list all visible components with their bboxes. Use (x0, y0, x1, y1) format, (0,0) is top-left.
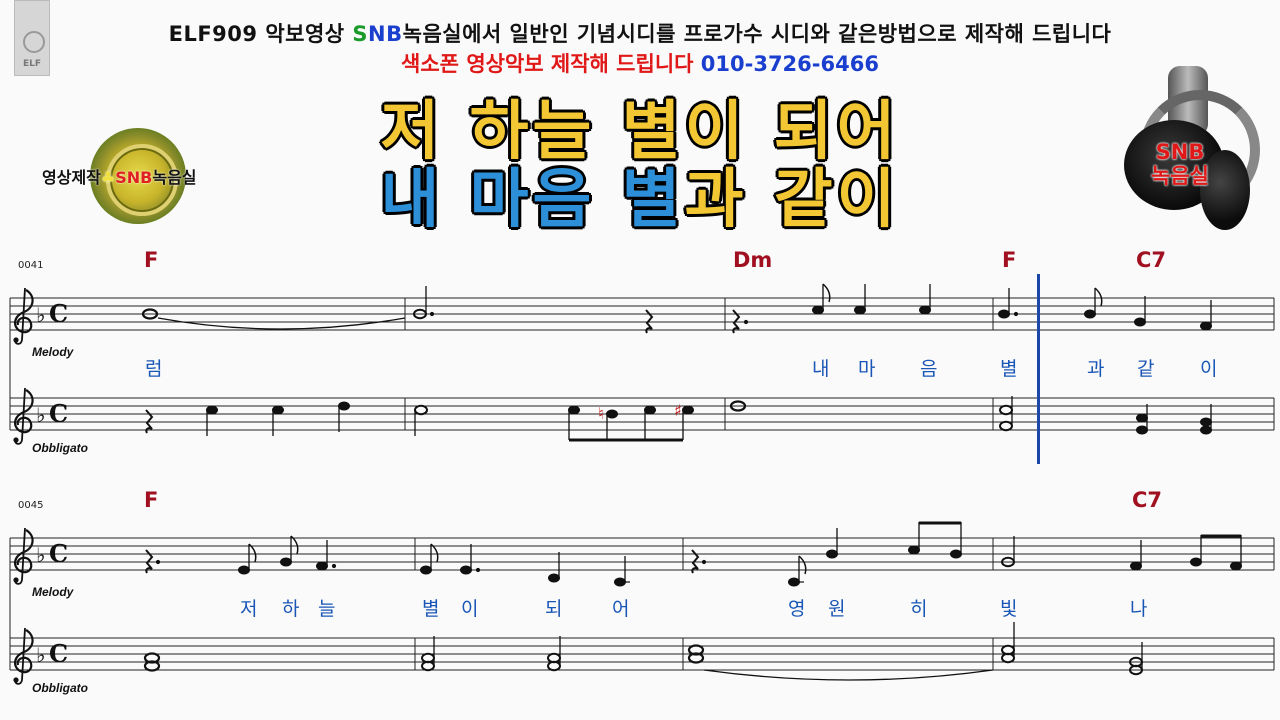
note-eighth (420, 565, 432, 575)
note-eighth (1084, 309, 1096, 319)
treble-clef-icon (12, 286, 34, 345)
note-quarter (854, 305, 866, 315)
system-2-obbligato-notes (143, 622, 1143, 681)
note-quarter (998, 309, 1010, 319)
note-eighth (568, 405, 580, 415)
note-quarter (338, 401, 350, 411)
note-quarter (548, 573, 560, 583)
note-quarter (206, 405, 218, 415)
note-eighth (812, 305, 824, 315)
key-time-signature (36, 299, 69, 328)
note-quarter (1134, 317, 1146, 327)
natural-icon: ♮ (598, 404, 604, 423)
note-eighth (606, 409, 618, 419)
note-quarter (316, 561, 328, 571)
note-quarter (272, 405, 284, 415)
note-eighth (682, 405, 694, 415)
tie (157, 317, 406, 330)
barlines (9, 298, 1275, 670)
playback-cursor (1037, 274, 1040, 464)
system-2-melody-staff (10, 537, 1274, 571)
note-quarter (919, 305, 931, 315)
note-quarter (1130, 561, 1142, 571)
tie (703, 669, 994, 681)
note-quarter (1136, 413, 1148, 423)
note-quarter (1200, 321, 1212, 331)
note-eighth (908, 545, 920, 555)
treble-clef-icon (12, 626, 34, 685)
note-eighth (950, 549, 962, 559)
system-1-obbligato-notes: ♮ ♯ (145, 396, 1212, 442)
note-quarter (460, 565, 472, 575)
note-eighth (1190, 557, 1202, 567)
key-time-signature (36, 399, 69, 428)
sharp-icon: ♯ (674, 401, 682, 420)
treble-clef-icon (12, 526, 34, 585)
note-half (414, 404, 428, 416)
music-score: ♭ C (9, 274, 1275, 685)
note-quarter (1200, 417, 1212, 427)
note-eighth (280, 557, 292, 567)
system-2-obbligato-staff (10, 637, 1274, 671)
system-1-melody-notes (141, 283, 1212, 334)
note-eighth (644, 405, 656, 415)
system-1-obbligato-staff (10, 397, 1274, 431)
treble-clef-icon (12, 386, 34, 445)
dot (429, 311, 435, 317)
key-time-signature (36, 639, 69, 668)
note-eighth (1230, 561, 1242, 571)
note-half (999, 404, 1013, 416)
key-time-signature (36, 539, 69, 568)
note-eighth (238, 565, 250, 575)
note-quarter (826, 549, 838, 559)
